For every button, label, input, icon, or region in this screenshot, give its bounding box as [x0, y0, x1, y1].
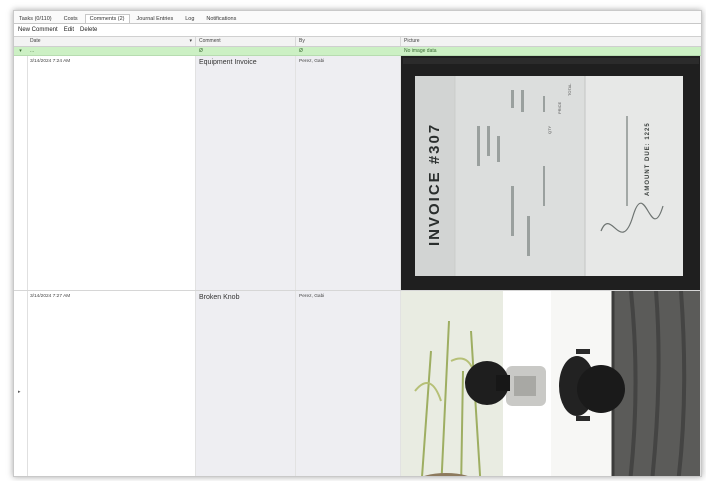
- filter-picture[interactable]: No image data: [401, 47, 701, 55]
- tab-notifications[interactable]: Notifications: [201, 14, 241, 23]
- row-date: 3/14/2024 7:24 AM: [27, 56, 196, 290]
- app-window: Tasks (0/110) Costs Comments (2) Journal…: [13, 10, 702, 477]
- sort-descending-icon: ▾: [189, 38, 192, 44]
- row-indicator: [14, 56, 28, 290]
- filter-row-indicator-icon: ▾: [19, 48, 22, 54]
- grid-header: Date ▾ Comment By Picture: [14, 37, 701, 47]
- tab-costs[interactable]: Costs: [59, 14, 83, 23]
- invoice-amount-due: AMOUNT DUE: 1225: [645, 122, 651, 196]
- broken-knob-picture[interactable]: [401, 291, 701, 476]
- filter-by[interactable]: Ø: [296, 47, 401, 55]
- row-indicator: ▸: [14, 291, 28, 476]
- filter-date[interactable]: ...: [27, 47, 196, 55]
- table-row[interactable]: ▸ 3/14/2024 7:27 AM Broken Knob Perez, G…: [14, 291, 701, 476]
- invoice-col-total: TOTAL: [567, 83, 572, 96]
- column-header-picture[interactable]: Picture: [401, 37, 701, 46]
- tab-journal-entries[interactable]: Journal Entries: [132, 14, 179, 23]
- comments-grid: Date ▾ Comment By Picture ▾ ... Ø Ø No i…: [14, 36, 701, 476]
- row-by: Perez, Gabi: [296, 291, 401, 476]
- row-by: Perez, Gabi: [296, 56, 401, 290]
- current-row-icon: ▸: [18, 389, 21, 395]
- tab-comments[interactable]: Comments (2): [84, 14, 130, 23]
- filter-comment[interactable]: Ø: [196, 47, 296, 55]
- invoice-image: INVOICE #307 AMOUNT DUE: 1225 QTY PRICE …: [401, 56, 700, 290]
- tab-log[interactable]: Log: [180, 14, 199, 23]
- column-header-comment[interactable]: Comment: [196, 37, 296, 46]
- tab-tasks[interactable]: Tasks (0/110): [14, 14, 57, 23]
- door-knob-image: [401, 291, 700, 476]
- invoice-title: INVOICE #307: [426, 123, 443, 246]
- filter-row: ▾ ... Ø Ø No image data: [14, 47, 701, 56]
- delete-button[interactable]: Delete: [80, 27, 97, 33]
- invoice-col-price: PRICE: [557, 101, 562, 114]
- invoice-col-qty: QTY: [547, 125, 552, 134]
- row-date: 3/14/2024 7:27 AM: [27, 291, 196, 476]
- edit-button[interactable]: Edit: [64, 27, 74, 33]
- column-header-date[interactable]: Date ▾: [27, 37, 196, 46]
- row-comment: Broken Knob: [196, 291, 296, 476]
- new-comment-button[interactable]: New Comment: [18, 27, 58, 33]
- row-comment: Equipment Invoice: [196, 56, 296, 290]
- column-header-date-label: Date: [30, 38, 41, 44]
- table-row[interactable]: 3/14/2024 7:24 AM Equipment Invoice Pere…: [14, 56, 701, 291]
- column-header-by[interactable]: By: [296, 37, 401, 46]
- invoice-picture[interactable]: INVOICE #307 AMOUNT DUE: 1225 QTY PRICE …: [401, 56, 701, 290]
- toolbar: New Comment Edit Delete: [14, 24, 701, 36]
- tab-strip: Tasks (0/110) Costs Comments (2) Journal…: [14, 11, 701, 24]
